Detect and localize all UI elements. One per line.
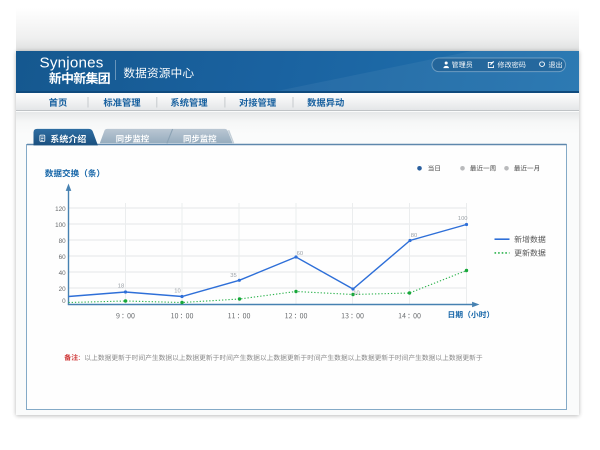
svg-text:18: 18: [118, 284, 124, 290]
svg-text:35: 35: [230, 273, 236, 279]
svg-text:10: 10: [174, 289, 180, 295]
svg-text:0: 0: [62, 298, 66, 305]
svg-text:80: 80: [411, 233, 417, 239]
svg-text:120: 120: [55, 206, 66, 213]
svg-text:20: 20: [59, 286, 67, 293]
svg-text:100: 100: [458, 216, 468, 222]
svg-text:Synjones: Synjones: [40, 54, 104, 71]
svg-text:100: 100: [55, 222, 66, 229]
svg-text:40: 40: [59, 270, 67, 277]
svg-text:80: 80: [59, 238, 67, 245]
svg-text:60: 60: [59, 254, 67, 261]
svg-text:60: 60: [297, 251, 303, 257]
svg-text:10: 10: [353, 291, 359, 297]
